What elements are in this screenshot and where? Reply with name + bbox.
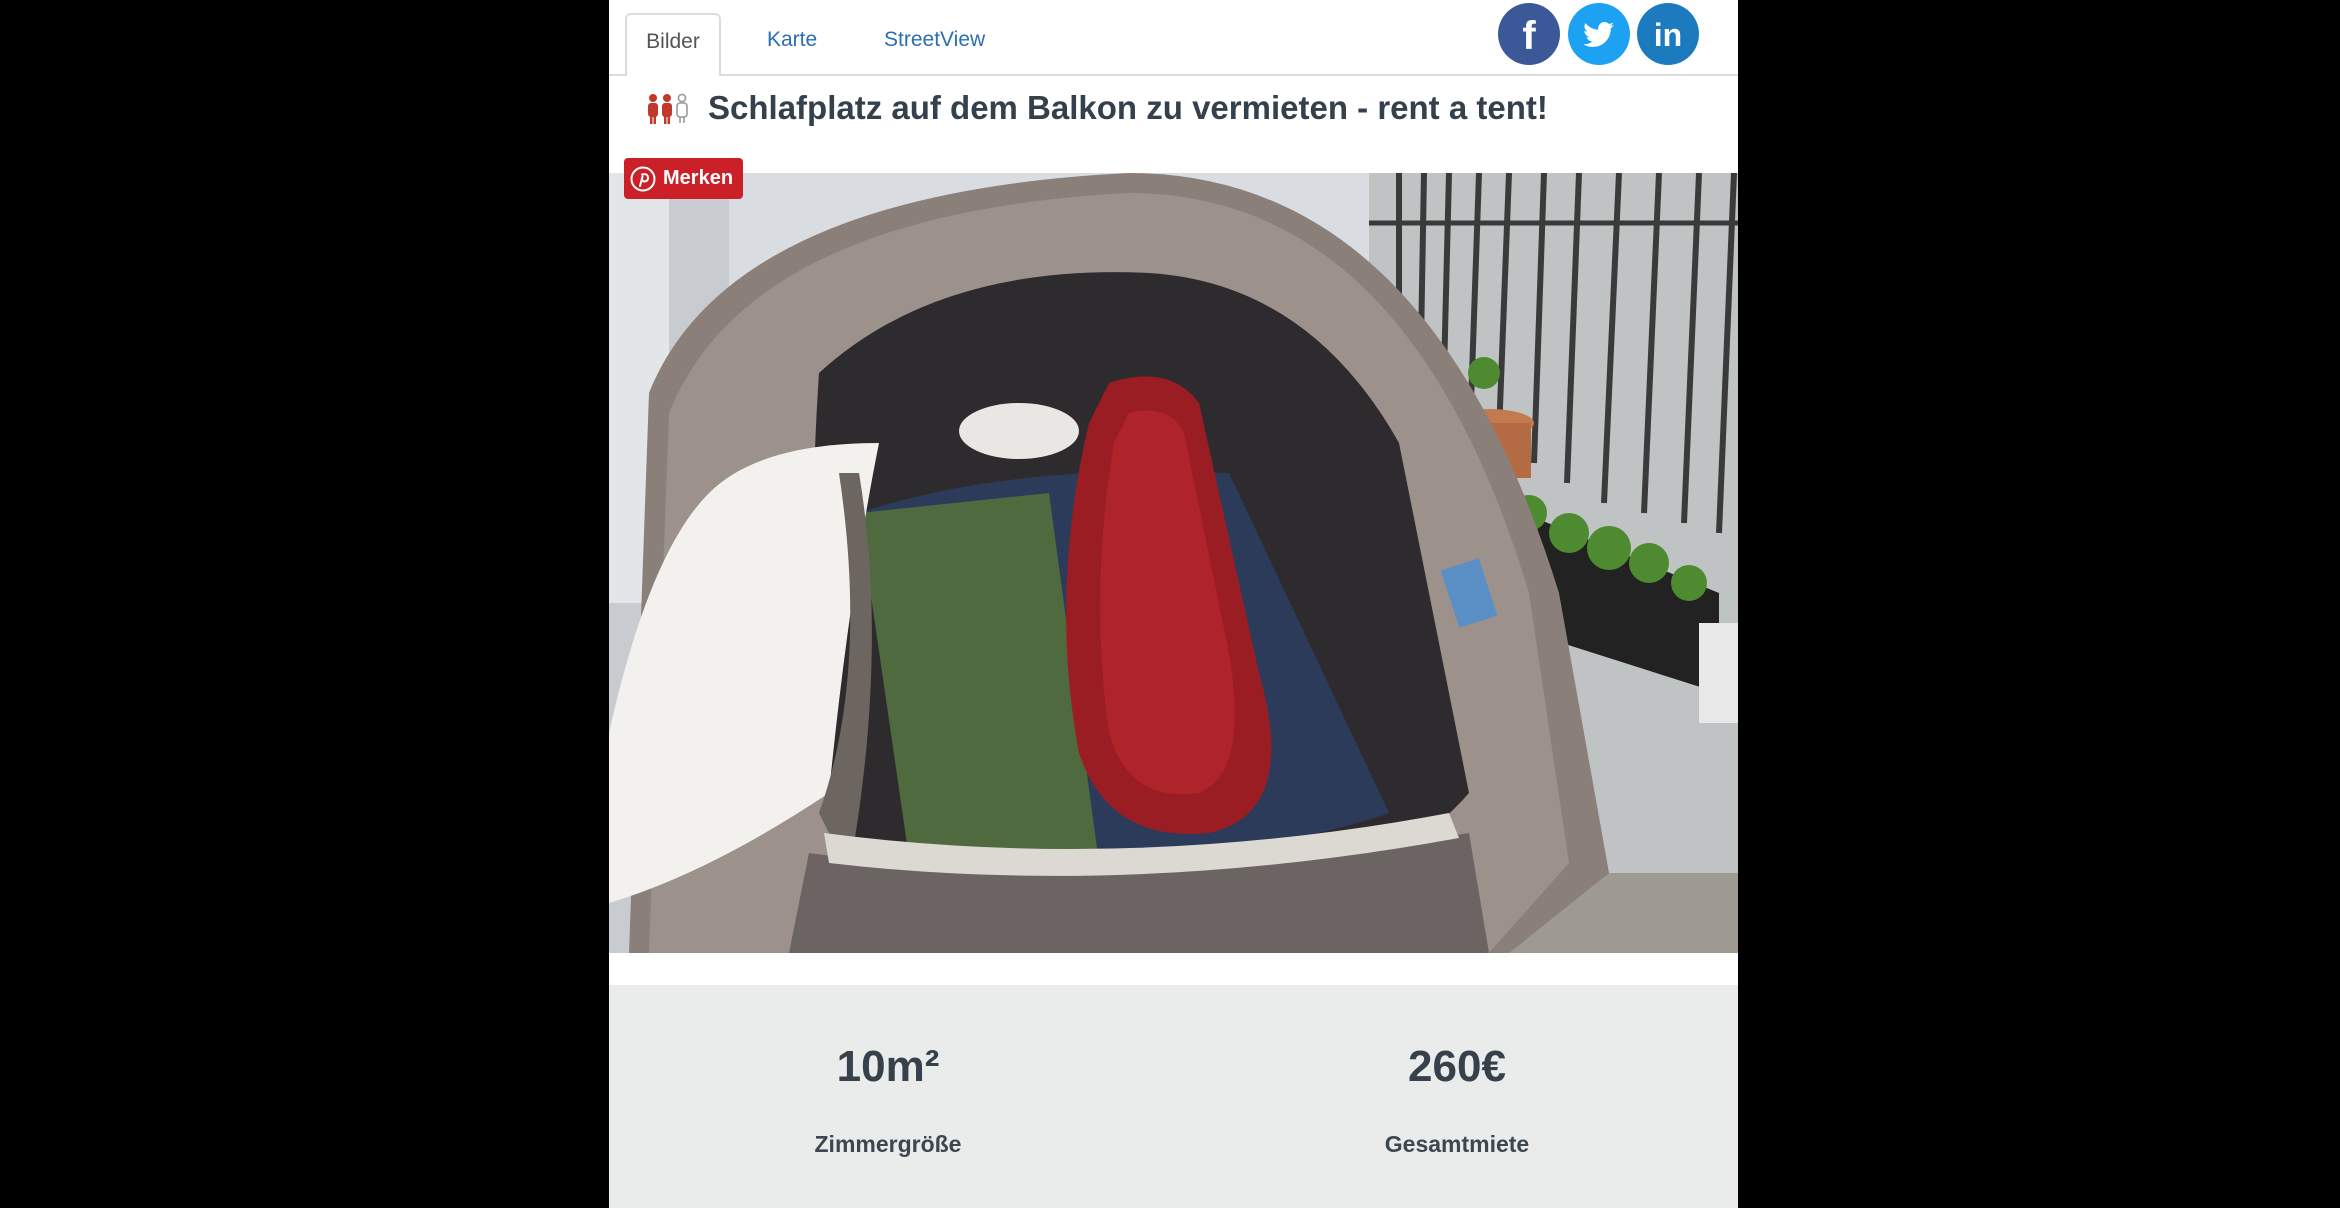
tab-karte[interactable]: Karte [767, 28, 817, 52]
tab-streetview[interactable]: StreetView [884, 28, 985, 52]
tab-bilder[interactable]: Bilder [625, 13, 721, 76]
pinterest-icon [630, 166, 656, 191]
linkedin-share-button[interactable]: in [1637, 3, 1699, 65]
people-icon [648, 93, 688, 124]
room-size-stat: 10m² Zimmergröße [728, 985, 1048, 1158]
room-size-value: 10m² [836, 1042, 940, 1091]
svg-text:f: f [1522, 14, 1536, 58]
twitter-icon [1583, 22, 1614, 47]
media-tab-bar: Bilder Karte StreetView f in [609, 0, 1738, 76]
listing-card: Bilder Karte StreetView f in Schlafplatz… [609, 0, 1738, 1208]
listing-photo[interactable] [609, 173, 1738, 953]
twitter-share-button[interactable] [1568, 3, 1630, 65]
linkedin-icon: in [1654, 17, 1682, 53]
listing-header: Schlafplatz auf dem Balkon zu vermieten … [645, 88, 1548, 128]
facebook-share-button[interactable]: f [1498, 3, 1560, 65]
key-facts-panel: 10m² Zimmergröße 260€ Gesamtmiete [609, 985, 1738, 1208]
facebook-icon: f [1522, 14, 1536, 58]
total-rent-stat: 260€ Gesamtmiete [1297, 985, 1617, 1158]
listing-title: Schlafplatz auf dem Balkon zu vermieten … [708, 89, 1548, 126]
total-rent-value: 260€ [1408, 1042, 1506, 1091]
pinterest-save-label: Merken [663, 167, 734, 189]
total-rent-label: Gesamtmiete [1384, 1131, 1530, 1157]
room-size-label: Zimmergröße [814, 1131, 962, 1157]
svg-text:in: in [1654, 17, 1682, 53]
pinterest-save-button[interactable]: Merken [624, 158, 744, 199]
